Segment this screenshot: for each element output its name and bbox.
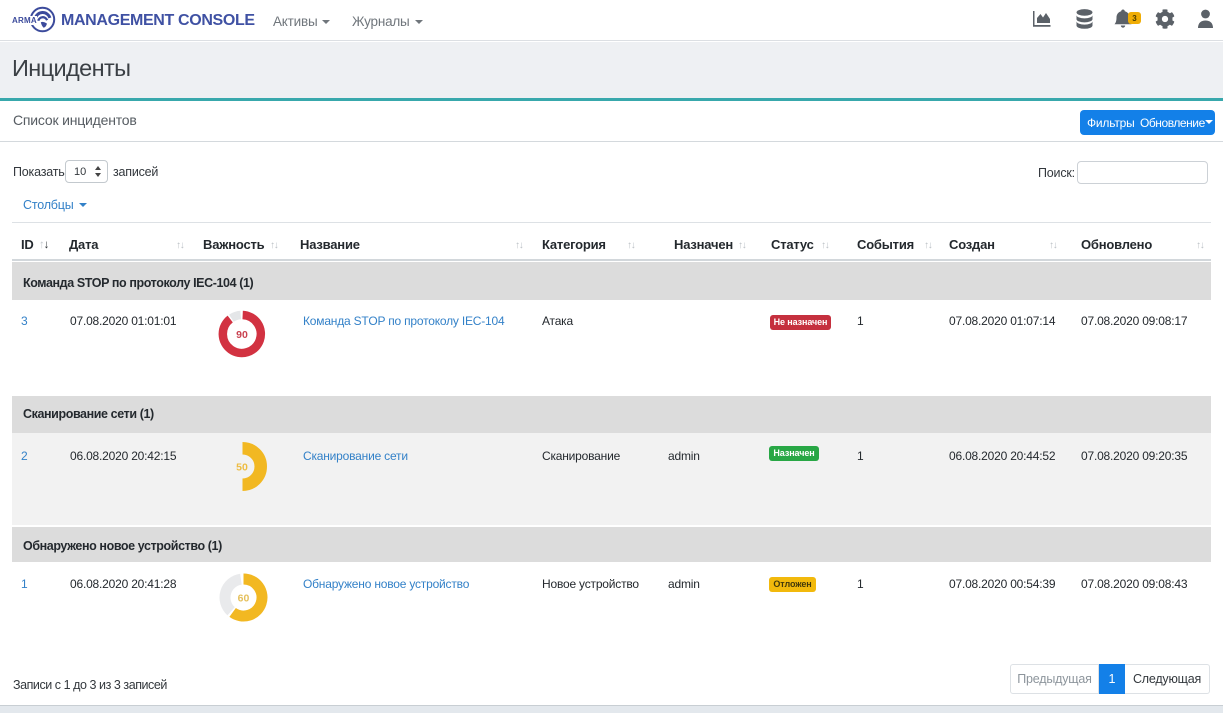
svg-text:60: 60 <box>238 593 250 605</box>
svg-text:50: 50 <box>236 462 248 474</box>
svg-text:90: 90 <box>236 329 248 341</box>
